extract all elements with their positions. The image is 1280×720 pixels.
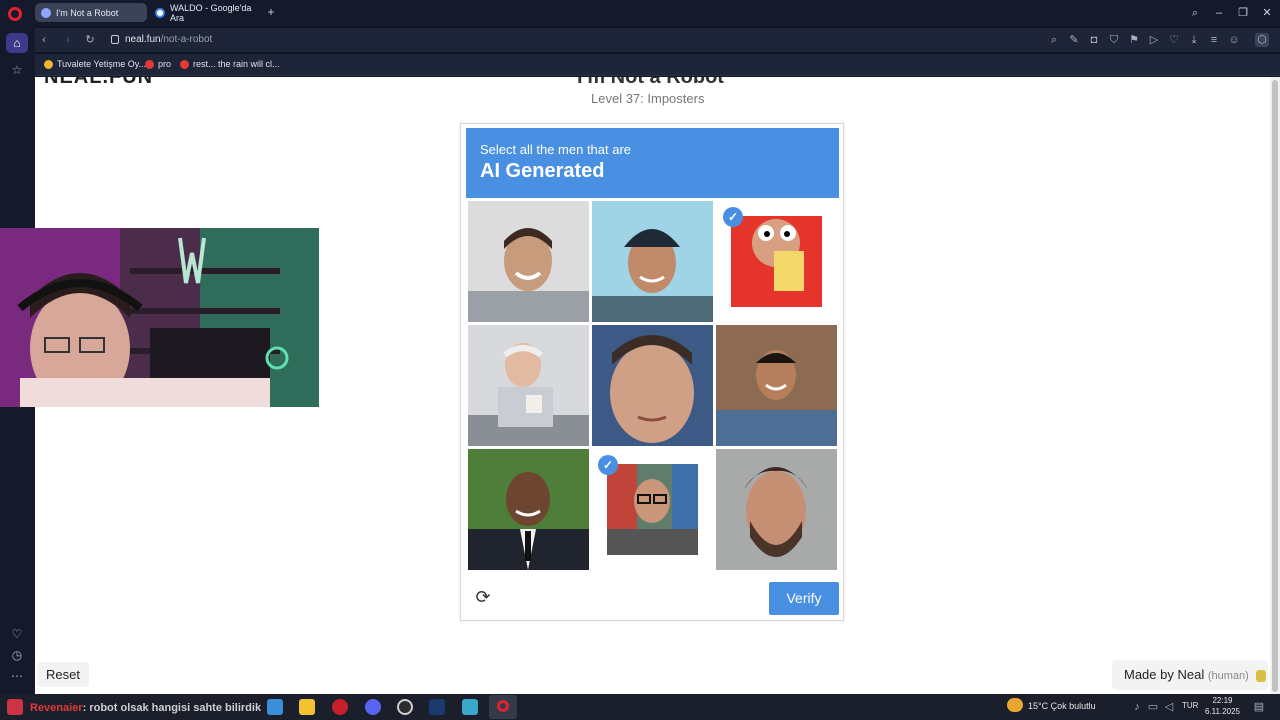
webcam-overlay bbox=[0, 228, 319, 407]
tab-waldo-search[interactable]: WALDO - Google'da Ara bbox=[149, 2, 261, 23]
url-path: /not-a-robot bbox=[160, 34, 213, 45]
vpn-icon[interactable]: ⚑ bbox=[1127, 33, 1141, 47]
ticker-message: : robot olsak hangisi sahte bilirdik bbox=[82, 702, 262, 714]
back-icon[interactable]: ‹ bbox=[37, 33, 51, 47]
selected-check-icon: ✓ bbox=[598, 455, 618, 475]
forward-icon[interactable]: › bbox=[61, 33, 75, 47]
star-icon[interactable]: ☆ bbox=[9, 62, 25, 78]
weather-text[interactable]: 15°C Çok bulutlu bbox=[1028, 701, 1096, 711]
captcha-tile[interactable] bbox=[468, 325, 589, 446]
taskview-icon[interactable] bbox=[267, 699, 283, 715]
opera-logo-icon[interactable] bbox=[8, 7, 22, 21]
bookmark-item[interactable]: Tuvalete Yetişme Oy... bbox=[44, 59, 146, 69]
tab-label: I'm Not a Robot bbox=[56, 7, 119, 18]
microphone-icon[interactable]: ♪ bbox=[1130, 700, 1144, 714]
bookmark-item[interactable]: pro bbox=[145, 59, 171, 69]
brain-icon bbox=[1256, 669, 1267, 682]
start-menu-icon[interactable] bbox=[7, 699, 23, 715]
profile-icon[interactable]: ☺ bbox=[1227, 33, 1241, 47]
search-tabs-icon[interactable]: ⌕ bbox=[1185, 5, 1205, 21]
youtube-icon bbox=[145, 59, 154, 69]
obs-icon[interactable] bbox=[397, 699, 413, 715]
clock[interactable]: 22:19 6.11.2025 bbox=[1205, 695, 1240, 717]
opera-gx-icon[interactable] bbox=[332, 699, 348, 715]
google-icon bbox=[155, 7, 165, 18]
url-field[interactable]: neal.fun/not-a-robot bbox=[125, 34, 212, 45]
notifications-icon[interactable]: ▤ bbox=[1252, 700, 1266, 714]
discord-icon[interactable] bbox=[365, 699, 381, 715]
captcha-prompt: Select all the men that are bbox=[480, 142, 632, 157]
old-man-mug-photo bbox=[468, 325, 589, 446]
clock-time: 22:19 bbox=[1212, 696, 1233, 705]
man-denim-jacket-photo bbox=[716, 325, 837, 446]
file-explorer-icon[interactable] bbox=[299, 699, 315, 715]
made-by-text: Made by Neal bbox=[1124, 667, 1205, 682]
shield-icon[interactable]: ⛉ bbox=[1107, 33, 1121, 47]
bookmark-item[interactable]: rest... the rain will cl... bbox=[180, 59, 280, 69]
reset-button[interactable]: Reset bbox=[37, 662, 89, 687]
verify-button[interactable]: Verify bbox=[769, 582, 839, 615]
url-domain: neal.fun bbox=[125, 34, 161, 45]
bookmark-label: Tuvalete Yetişme Oy... bbox=[57, 59, 147, 69]
captcha-tile[interactable] bbox=[468, 201, 589, 322]
volume-icon[interactable]: ◁ bbox=[1162, 700, 1176, 714]
captcha-tile[interactable] bbox=[716, 325, 837, 446]
app-icon[interactable] bbox=[462, 699, 478, 715]
bearded-man-photo bbox=[716, 449, 837, 570]
network-icon[interactable]: ▭ bbox=[1146, 700, 1160, 714]
weather-cloud-icon[interactable] bbox=[1007, 698, 1023, 712]
man-with-cap-photo bbox=[592, 201, 713, 322]
captcha-tile[interactable] bbox=[468, 449, 589, 570]
captcha-tile[interactable] bbox=[592, 325, 713, 446]
trophy-icon bbox=[44, 59, 53, 69]
close-icon[interactable]: ✕ bbox=[1257, 5, 1277, 21]
captcha-target: AI Generated bbox=[480, 160, 605, 182]
minimize-icon[interactable]: – bbox=[1209, 5, 1229, 21]
language-indicator[interactable]: TUR bbox=[1182, 701, 1198, 710]
scrollbar-thumb[interactable] bbox=[1272, 80, 1278, 692]
bookmark-label: rest... the rain will cl... bbox=[193, 59, 280, 69]
zoom-icon[interactable]: ⌕ bbox=[1047, 33, 1061, 47]
home-icon[interactable]: ⌂ bbox=[6, 33, 28, 53]
edit-icon[interactable]: ✎ bbox=[1067, 33, 1081, 47]
history-icon[interactable]: ◷ bbox=[9, 647, 25, 663]
steam-icon[interactable] bbox=[429, 699, 445, 715]
clock-date: 6.11.2025 bbox=[1205, 707, 1240, 716]
play-icon[interactable]: ▷ bbox=[1147, 33, 1161, 47]
heart-icon[interactable]: ♡ bbox=[9, 626, 25, 642]
more-icon[interactable]: ⋯ bbox=[9, 668, 25, 684]
tab-not-a-robot[interactable]: I'm Not a Robot bbox=[35, 3, 147, 22]
streamer-webcam-image bbox=[0, 228, 319, 407]
level-subtitle: Level 37: Imposters bbox=[591, 91, 705, 106]
man-in-suit-photo bbox=[468, 449, 589, 570]
restore-icon[interactable]: ❐ bbox=[1233, 5, 1253, 21]
reload-page-icon[interactable]: ↻ bbox=[83, 33, 97, 47]
bookmark-label: pro bbox=[158, 59, 172, 69]
download-icon[interactable]: ⤓ bbox=[1187, 33, 1201, 47]
menu-icon[interactable]: ≡ bbox=[1207, 33, 1221, 47]
ticker-user: Revenaier bbox=[30, 702, 83, 714]
opera-logo-icon bbox=[497, 700, 509, 712]
stream-ticker: Revenaier: robot olsak hangisi sahte bil… bbox=[30, 702, 261, 714]
smiling-man-photo bbox=[468, 201, 589, 322]
heart-icon[interactable]: ♡ bbox=[1167, 33, 1181, 47]
camera-icon[interactable]: ◘ bbox=[1087, 33, 1101, 47]
captcha-tile[interactable] bbox=[592, 201, 713, 322]
lock-icon bbox=[111, 35, 119, 44]
reload-captcha-icon[interactable]: ⟳ bbox=[473, 587, 493, 607]
youtube-icon bbox=[180, 59, 189, 69]
new-tab-plus-icon[interactable]: + bbox=[265, 6, 277, 18]
made-by-badge[interactable]: Made by Neal (human) bbox=[1112, 660, 1268, 690]
extensions-icon[interactable]: ⬡ bbox=[1255, 33, 1269, 47]
closeup-man-photo bbox=[592, 325, 713, 446]
captcha-tile[interactable] bbox=[716, 449, 837, 570]
selected-check-icon: ✓ bbox=[723, 207, 743, 227]
speaker-icon bbox=[41, 7, 51, 18]
tab-label: WALDO - Google'da Ara bbox=[170, 2, 252, 23]
made-by-note: (human) bbox=[1207, 670, 1249, 682]
